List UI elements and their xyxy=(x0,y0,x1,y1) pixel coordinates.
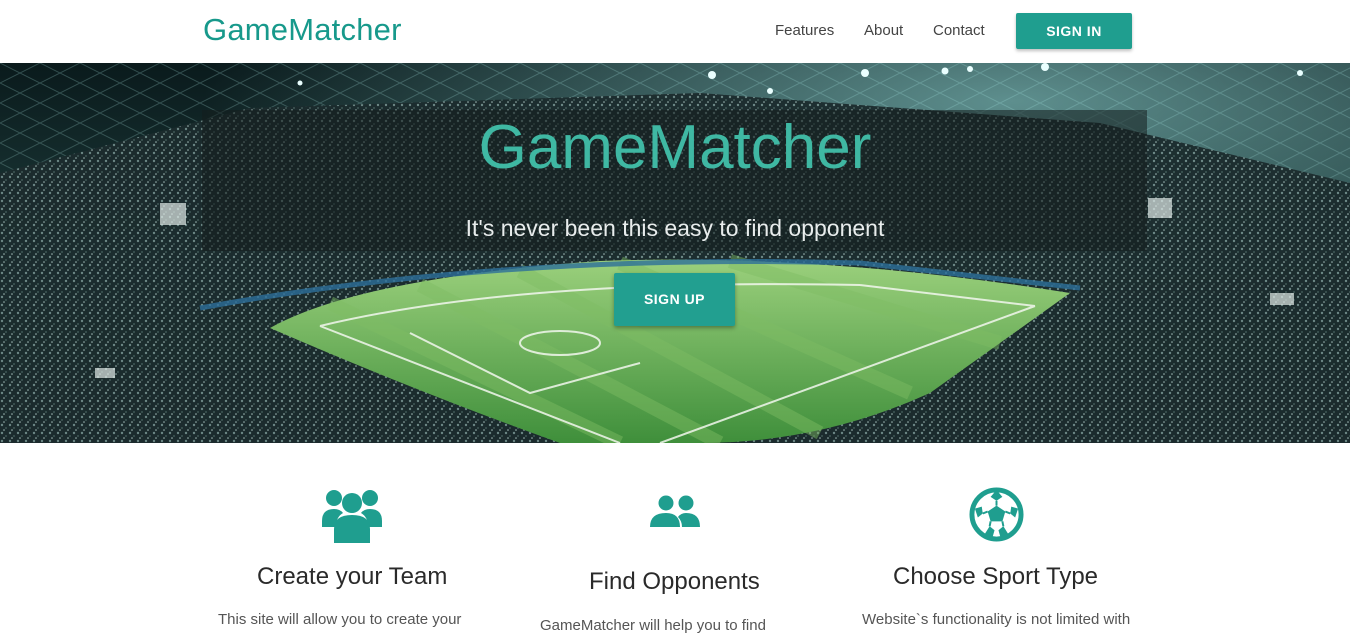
hero-section: GameMatcher It's never been this easy to… xyxy=(0,63,1350,443)
team-icon xyxy=(322,487,382,548)
hero-title: GameMatcher xyxy=(478,113,872,182)
feature-text-find-opponents: GameMatcher will help you to find xyxy=(540,617,766,634)
signup-button[interactable]: SIGN UP xyxy=(614,273,735,326)
nav-link-about[interactable]: About xyxy=(864,22,903,39)
nav-link-contact[interactable]: Contact xyxy=(933,22,985,39)
opponents-icon xyxy=(650,495,700,534)
feature-text-create-team: This site will allow you to create your xyxy=(218,611,462,628)
soccer-ball-icon xyxy=(969,487,1024,547)
feature-title-create-team: Create your Team xyxy=(257,563,448,590)
signin-button[interactable]: SIGN IN xyxy=(1016,13,1132,49)
feature-text-choose-sport: Website`s functionality is not limited w… xyxy=(862,611,1131,628)
feature-title-choose-sport: Choose Sport Type xyxy=(893,563,1099,590)
hero-subtitle: It's never been this easy to find oppone… xyxy=(465,215,885,241)
nav-link-features[interactable]: Features xyxy=(775,22,834,39)
feature-title-find-opponents: Find Opponents xyxy=(589,568,760,595)
brand-logo[interactable]: GameMatcher xyxy=(203,12,402,48)
navbar: GameMatcher Features About Contact SIGN … xyxy=(0,0,1350,63)
